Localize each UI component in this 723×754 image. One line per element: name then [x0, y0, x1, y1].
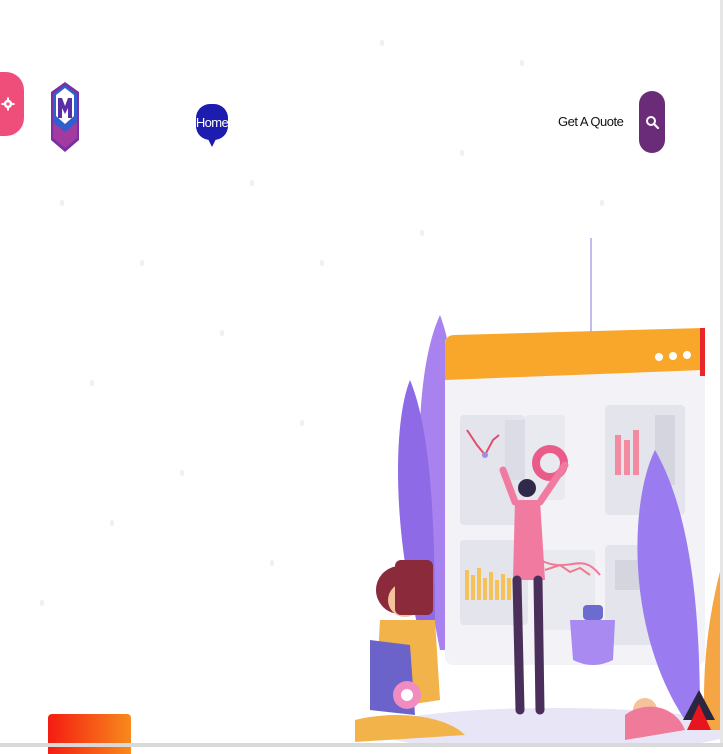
settings-toggle-button[interactable]: [0, 72, 24, 136]
hero-cta-button[interactable]: [48, 714, 131, 754]
get-quote-link[interactable]: Get A Quote: [558, 114, 624, 129]
m-hexagon-logo-icon: [51, 82, 79, 152]
search-icon: [646, 116, 659, 129]
search-button[interactable]: [639, 91, 665, 153]
gear-icon: [1, 97, 15, 111]
arrow-up-icon: [683, 690, 715, 730]
nav-home-label: Home: [195, 114, 229, 130]
hero-illustration: [355, 230, 723, 752]
site-logo[interactable]: [50, 82, 80, 152]
scroll-to-top-button[interactable]: [683, 690, 715, 734]
bottom-divider: [0, 743, 723, 747]
nav-home-link[interactable]: Home: [195, 104, 229, 147]
